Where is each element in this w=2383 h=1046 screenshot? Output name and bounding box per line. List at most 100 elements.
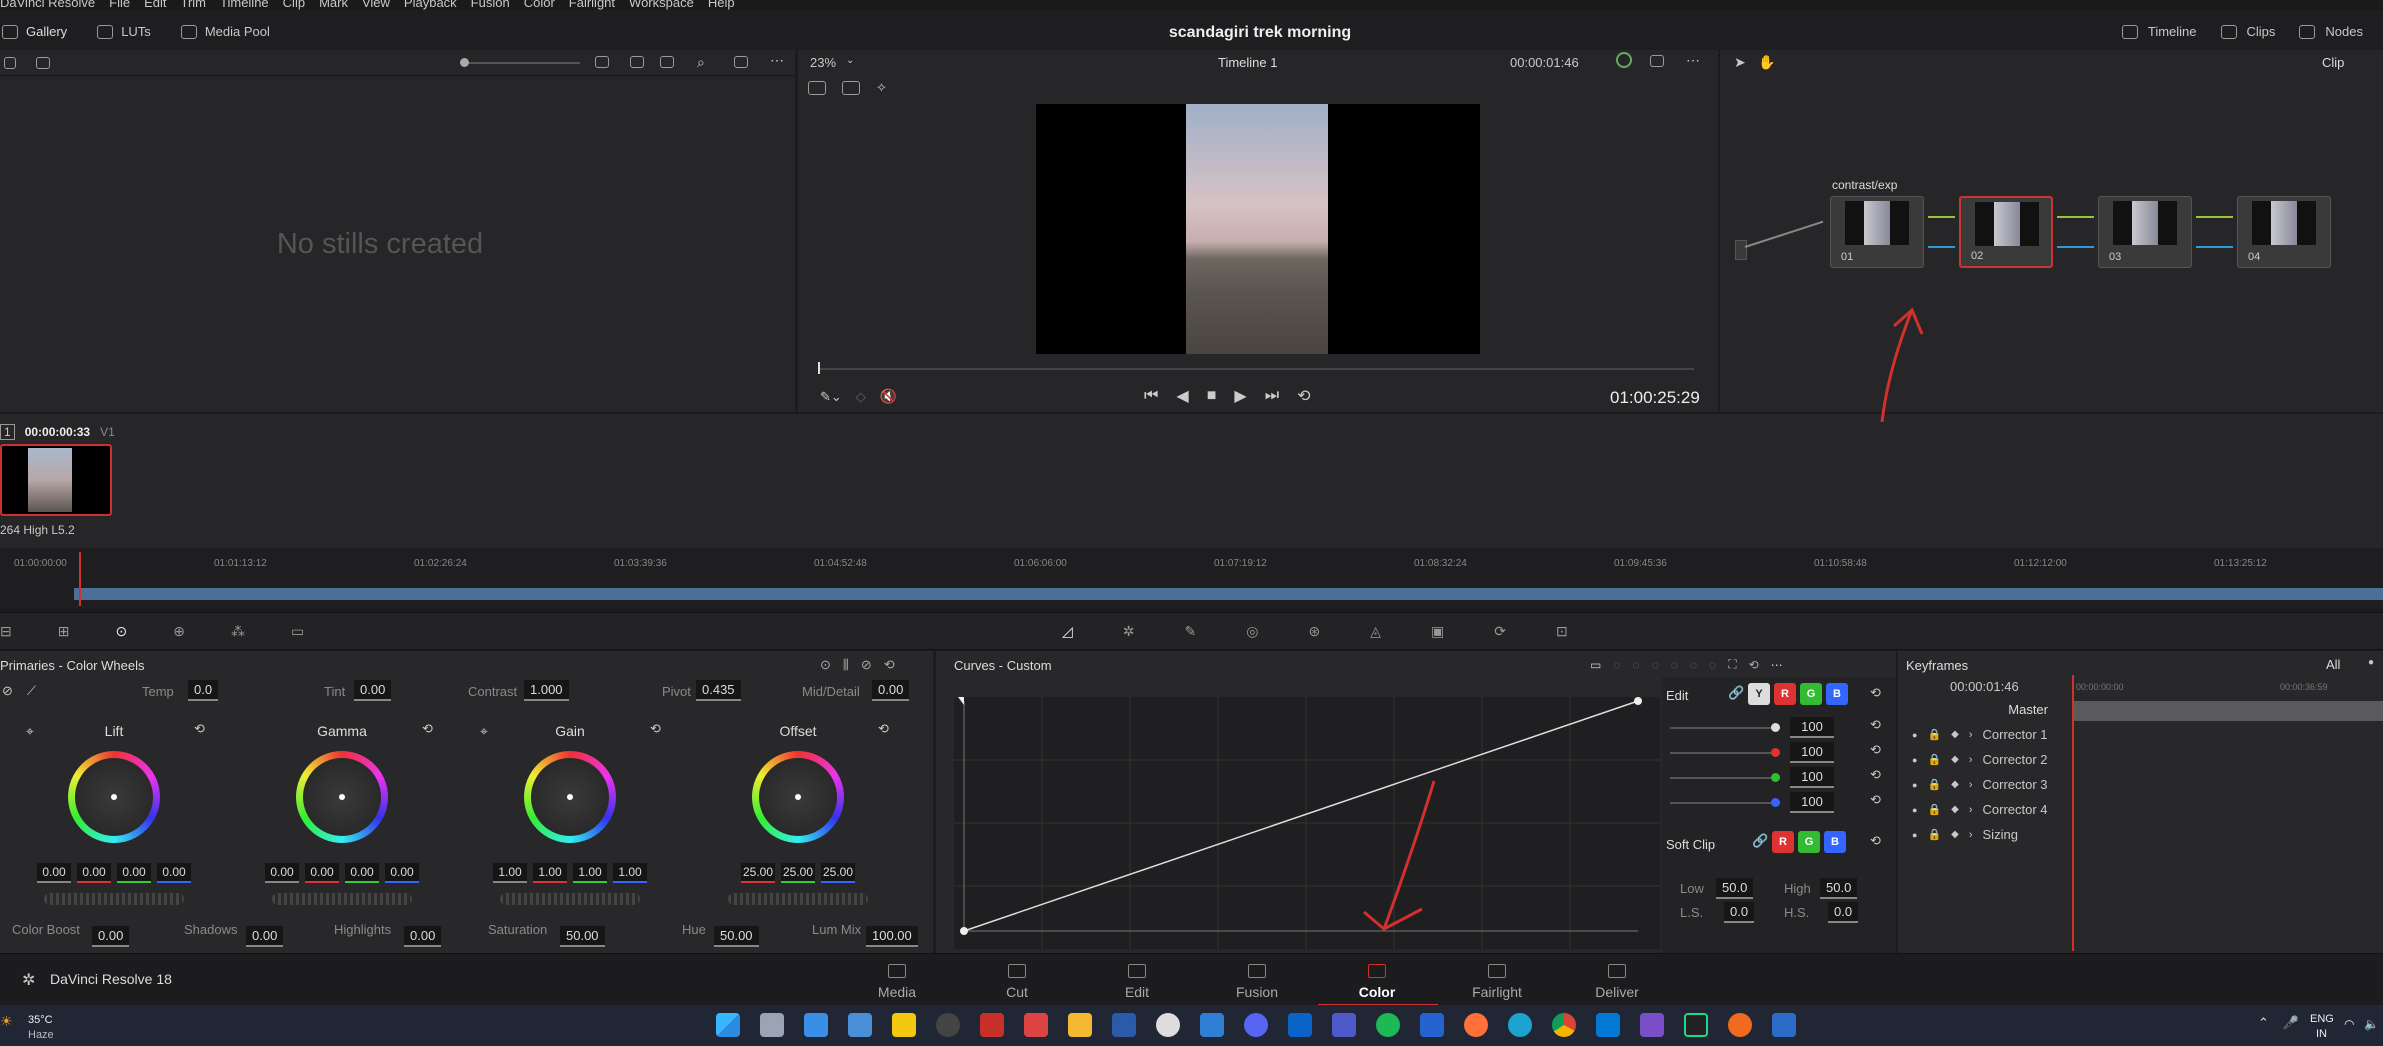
eyedropper-icon[interactable]: ✎⌄ [820,389,842,405]
diamond-icon[interactable]: ◆ [1951,804,1959,815]
node-03[interactable]: 03 [2098,196,2192,268]
gain-value[interactable]: 1.00 [573,863,607,883]
hue-vs-sat-icon[interactable]: ◌ [1632,658,1639,672]
channel-reset-icon[interactable]: ⟲ [1870,767,1881,783]
download-icon[interactable] [36,56,50,69]
page-color[interactable]: Color [1337,964,1417,1000]
channel-reset-icon[interactable]: ⟲ [1870,792,1881,808]
lift-master-wheel[interactable] [44,893,184,905]
offset-reset-icon[interactable]: ⟲ [878,721,889,737]
keyframes-more-icon[interactable]: ● [2368,657,2374,668]
fullscreen-icon[interactable] [734,56,748,68]
sat-vs-lum-icon[interactable]: ◌ [1709,658,1716,672]
offset-value[interactable]: 25.00 [781,863,815,883]
magic-icon[interactable]: ✧ [876,80,887,96]
channel-y[interactable]: Y [1748,683,1770,705]
lock-icon[interactable]: 🔒 [1927,753,1941,766]
zoom-level[interactable]: 23% [810,55,836,70]
lock-icon[interactable]: 🔒 [1927,778,1941,791]
curves-more-icon[interactable]: ⋯ [1771,658,1783,672]
link-icon[interactable]: 🔗 [1728,685,1744,701]
keyframe-dot-icon[interactable]: ● [1912,805,1917,815]
menu-item[interactable]: Trim [181,0,207,10]
viewer-timecode[interactable]: 00:00:01:46 [1510,55,1579,70]
layers-icon[interactable]: ◇ [856,389,866,405]
lock-icon[interactable]: 🔒 [1927,803,1941,816]
keyframe-row[interactable]: ● 🔒 ◆ › Corrector 3 [1898,772,2072,797]
hue-value[interactable]: 50.00 [714,926,759,947]
app-l-icon[interactable] [804,1013,828,1037]
curves-icon[interactable]: ◿ [1062,623,1073,640]
visual-studio-icon[interactable] [1640,1013,1664,1037]
spotify-icon[interactable] [1376,1013,1400,1037]
low-value[interactable]: 50.0 [1716,878,1754,899]
offset-value[interactable]: 25.00 [821,863,855,883]
channel-intensity-slider[interactable] [1670,773,1780,782]
list-view-icon[interactable] [660,56,674,68]
channel-intensity-value[interactable]: 100 [1790,717,1834,738]
soft-clip-reset-icon[interactable]: ⟲ [1870,833,1881,849]
task-view-icon[interactable] [760,1013,784,1037]
offset-master-wheel[interactable] [728,893,868,905]
stop-icon[interactable]: ■ [1207,387,1217,405]
tracker-icon[interactable]: ⊛ [1308,623,1320,640]
tab-media-pool[interactable]: Media Pool [205,24,270,39]
gamma-color-wheel[interactable] [296,751,388,843]
lum-mix-value[interactable]: 100.00 [866,926,918,947]
lum-vs-sat-icon[interactable]: ◌ [1671,658,1678,672]
lift-value[interactable]: 0.00 [37,863,71,883]
color-wheels-icon[interactable]: ⊙ [115,623,127,640]
channel-intensity-slider[interactable] [1670,798,1780,807]
gamma-value[interactable]: 0.00 [385,863,419,883]
more-icon[interactable]: ⋯ [770,52,784,69]
keyframe-row[interactable]: ● 🔒 ◆ › Corrector 1 [1898,722,2072,747]
color-match-icon[interactable]: ⊞ [58,623,70,640]
expand-icon[interactable]: › [1969,779,1973,791]
photos-icon[interactable] [848,1013,872,1037]
chrome-icon[interactable] [1552,1013,1576,1037]
app-red-icon[interactable] [980,1013,1004,1037]
keyframe-dot-icon[interactable]: ● [1912,730,1917,740]
keyframe-row[interactable]: Master [1898,697,2072,722]
todo-icon[interactable] [1420,1013,1444,1037]
node-mode[interactable]: Clip [2322,55,2344,70]
diamond-icon[interactable]: ◆ [1951,729,1959,740]
gamma-value[interactable]: 0.00 [265,863,299,883]
calendar-icon[interactable] [1200,1013,1224,1037]
menu-item[interactable]: Clip [283,0,305,10]
app-orange-icon[interactable] [1728,1013,1752,1037]
color-warper-icon[interactable]: ✲ [1123,623,1135,640]
gain-color-wheel[interactable] [524,751,616,843]
offset-color-wheel[interactable] [752,751,844,843]
menu-item[interactable]: View [362,0,390,10]
nodes-toggle[interactable]: Nodes [2325,24,2363,39]
keyframe-dot-icon[interactable]: ● [1912,830,1917,840]
mute-icon[interactable]: 🔇 [880,388,897,405]
key-icon[interactable]: ▣ [1431,623,1444,640]
camera-raw-icon[interactable]: ⊟ [0,623,12,640]
3d-icon[interactable]: ⊡ [1556,623,1568,640]
expand-icon[interactable]: › [1969,729,1973,741]
keyframe-playhead[interactable] [2072,675,2074,951]
gamma-value[interactable]: 0.00 [305,863,339,883]
primaries-mode-icon[interactable]: ⊙ [820,657,831,673]
expand-icon[interactable]: › [1969,754,1973,766]
window-icon[interactable]: ◎ [1246,623,1258,640]
page-fairlight[interactable]: Fairlight [1457,964,1537,1000]
page-edit[interactable]: Edit [1097,964,1177,1000]
gamma-master-wheel[interactable] [272,893,412,905]
channel-intensity-value[interactable]: 100 [1790,792,1834,813]
edit-reset-icon[interactable]: ⟲ [1870,685,1881,701]
play-reverse-icon[interactable]: ◀ [1176,386,1188,406]
keyframe-dot-icon[interactable]: ● [1912,755,1917,765]
split-view-icon[interactable] [842,81,860,95]
tab-gallery[interactable]: Gallery [26,24,67,39]
resolve-taskbar-icon[interactable] [1024,1013,1048,1037]
tab-luts[interactable]: LUTs [121,24,151,39]
mini-timeline[interactable]: 01:00:00:00 01:01:13:12 01:02:26:24 01:03:3… [0,548,2383,608]
gamma-reset-icon[interactable]: ⟲ [422,721,433,737]
high-value[interactable]: 50.0 [1820,878,1858,899]
keyframe-row[interactable]: ● 🔒 ◆ › Sizing [1898,822,2072,847]
menu-item[interactable]: Edit [144,0,166,10]
blur-icon[interactable]: ◬ [1370,623,1381,640]
